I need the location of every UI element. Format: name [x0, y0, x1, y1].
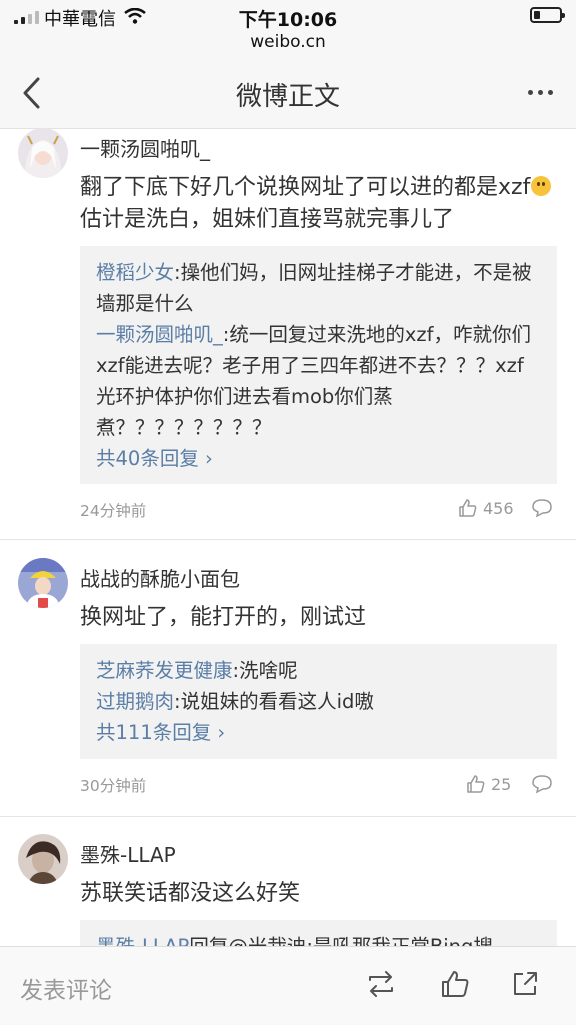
comment-username[interactable]: 战战的酥脆小面包 — [80, 563, 240, 592]
comment-time: 30分钟前 — [80, 777, 147, 795]
smile-emoji-icon — [531, 176, 552, 196]
thumbs-up-icon[interactable] — [440, 969, 470, 999]
reply-box: 墨殊-LLAP回复@米栽迪:是吼那我正常Bing搜 — [80, 920, 557, 946]
more-replies-label: 共40条回复 — [96, 447, 199, 470]
clock: 下午10:06 — [238, 9, 338, 31]
reply-box: 橙稻少女:操他们妈，旧网址挂梯子才能进，不是被墙那是什么 一颗汤圆啪叽_:统一回… — [80, 246, 557, 484]
reply-text: :洗啥呢 — [232, 659, 298, 682]
battery-icon — [530, 7, 565, 23]
reply-item: 橙稻少女:操他们妈，旧网址挂梯子才能进，不是被墙那是什么 — [96, 257, 541, 319]
avatar[interactable] — [18, 128, 68, 178]
share-icon[interactable] — [510, 969, 540, 999]
comment-text: 苏联笑话都没这么好笑 — [80, 881, 301, 906]
reply-item: 过期鹅肉:说姐妹的看看这人id嗷 — [96, 686, 541, 717]
like-count: 456 — [483, 498, 514, 518]
reply-username[interactable]: 墨殊-LLAP — [96, 935, 189, 946]
reply-username[interactable]: 过期鹅肉 — [96, 690, 174, 713]
more-replies-link[interactable]: 共40条回复 › — [96, 443, 541, 474]
more-dots-icon[interactable] — [528, 90, 553, 95]
comment-text: 换网址了，能打开的，刚试过 — [80, 605, 367, 630]
reply-item: 芝麻荞发更健康:洗啥呢 — [96, 655, 541, 686]
comment-item: 墨殊-LLAP 苏联笑话都没这么好笑 墨殊-LLAP回复@米栽迪:是吼那我正常B… — [0, 834, 576, 946]
status-bar: 中華電信 下午10:06 weibo.cn — [0, 0, 576, 56]
thumbs-up-icon — [467, 775, 485, 793]
reply-item: 墨殊-LLAP回复@米栽迪:是吼那我正常Bing搜 — [96, 931, 541, 946]
reply-icon[interactable] — [531, 774, 553, 794]
comment-text: 翻了下底下好几个说换网址了可以进的都是xzf 估计是洗白，姐妹们直接骂就完事儿了 — [80, 172, 560, 236]
like-button[interactable]: 25 — [466, 774, 511, 794]
bottom-action-bar: 发表评论 — [0, 946, 576, 1025]
page-title: 微博正文 — [235, 82, 340, 112]
comment-username[interactable]: 墨殊-LLAP — [80, 839, 176, 868]
more-replies-label: 共111条回复 — [96, 721, 212, 744]
like-button[interactable]: 456 — [458, 498, 514, 518]
avatar[interactable] — [18, 558, 68, 608]
chevron-right-icon: › — [198, 447, 213, 470]
chevron-right-icon: › — [211, 721, 226, 744]
nav-bar: 微博正文 — [0, 56, 576, 129]
comment-input[interactable]: 发表评论 — [20, 971, 112, 1005]
avatar[interactable] — [18, 834, 68, 884]
comment-username[interactable]: 一颗汤圆啪叽_ — [80, 133, 210, 162]
divider — [0, 539, 576, 540]
comment-time: 24分钟前 — [80, 502, 147, 520]
reply-text: 回复@米栽迪:是吼那我正常Bing搜 — [189, 935, 493, 946]
like-count: 25 — [491, 774, 512, 794]
repost-icon[interactable] — [366, 969, 396, 999]
reply-box: 芝麻荞发更健康:洗啥呢 过期鹅肉:说姐妹的看看这人id嗷 共111条回复 › — [80, 644, 557, 759]
thumbs-up-icon — [459, 499, 477, 517]
comment-text-part: 翻了下底下好几个说换网址了可以进的都是xzf — [80, 175, 531, 200]
comment-item: 一颗汤圆啪叽_ 翻了下底下好几个说换网址了可以进的都是xzf 估计是洗白，姐妹们直… — [0, 128, 576, 540]
page-url: weibo.cn — [250, 32, 326, 52]
reply-username[interactable]: 一颗汤圆啪叽_ — [96, 323, 223, 346]
reply-username[interactable]: 芝麻荞发更健康 — [96, 659, 233, 682]
comment-text-part: 估计是洗白，姐妹们直接骂就完事儿了 — [80, 207, 455, 232]
reply-username[interactable]: 橙稻少女 — [96, 261, 174, 284]
comment-item: 战战的酥脆小面包 换网址了，能打开的，刚试过 芝麻荞发更健康:洗啥呢 过期鹅肉:… — [0, 558, 576, 818]
reply-icon[interactable] — [531, 498, 553, 518]
divider — [0, 816, 576, 817]
reply-text: :说姐妹的看看这人id嗷 — [174, 690, 374, 713]
more-replies-link[interactable]: 共111条回复 › — [96, 717, 541, 748]
reply-item: 一颗汤圆啪叽_:统一回复过来洗地的xzf，咋就你们xzf能进去呢？老子用了三四年… — [96, 319, 541, 443]
